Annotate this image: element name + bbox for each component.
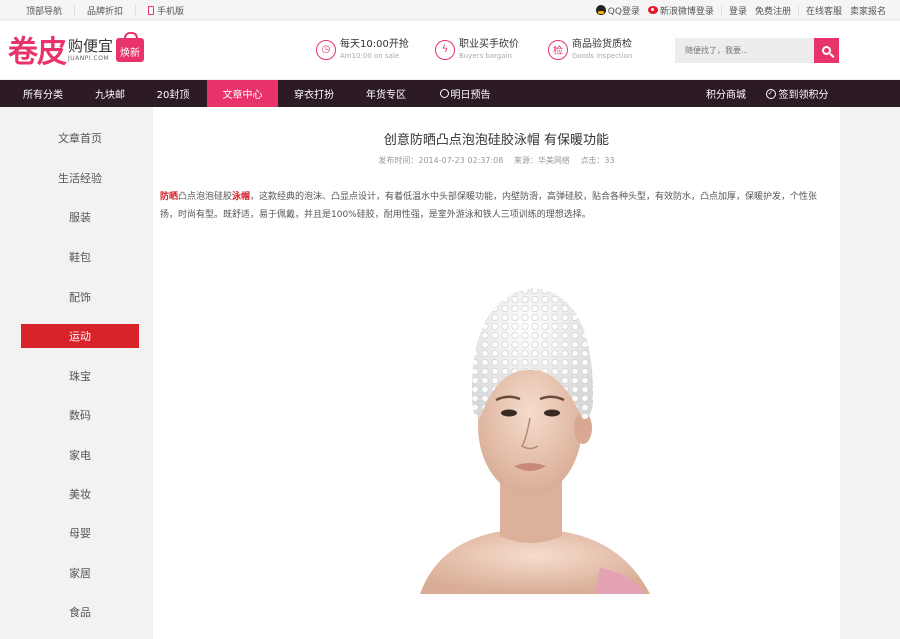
article-title: 创意防晒凸点泡泡硅胶泳帽 有保暖功能 — [383, 133, 610, 148]
sidebar-item-appliances[interactable]: 家电 — [21, 443, 139, 467]
search-icon — [822, 46, 831, 55]
nav-new-year[interactable]: 年货专区 — [356, 80, 416, 107]
register-link[interactable]: 免费注册 — [751, 4, 795, 17]
sidebar-item-home-living[interactable]: 家居 — [21, 561, 139, 585]
promo-inspection: 检 商品验货质检 Goods inspection — [548, 38, 632, 61]
search-bar — [675, 38, 839, 63]
mobile-link-label: 手机版 — [157, 6, 185, 17]
weibo-login-label: 新浪微博登录 — [659, 6, 714, 17]
sidebar-item-accessories[interactable]: 配饰 — [21, 285, 139, 309]
nav-outfit[interactable]: 穿衣打扮 — [286, 80, 342, 107]
promo-subtitle: Goods inspection — [572, 52, 633, 60]
check-circle-icon: ✓ — [765, 88, 776, 99]
nav-article-center[interactable]: 文章中心 — [207, 80, 278, 107]
nav-tomorrow-label: 明日预告 — [450, 90, 491, 101]
promo-bargain: ϟ 职业买手砍价 Buyers bargain — [435, 38, 519, 61]
body-text-part: 凸点泡泡硅胶 — [178, 192, 233, 202]
top-left-links: 顶部导航 品牌折扣 手机版 — [14, 0, 196, 20]
promo-title: 每天10:00开抢 — [340, 39, 409, 50]
promo-subtitle: Buyers bargain — [459, 52, 513, 60]
nav-sign-in-label: 签到领积分 — [778, 90, 829, 101]
mobile-link[interactable]: 手机版 — [136, 0, 196, 20]
divider — [720, 5, 722, 15]
nav-20-cap[interactable]: 20封顶 — [145, 80, 201, 107]
weibo-login-link[interactable]: 新浪微博登录 — [644, 4, 718, 17]
promo-subtitle: Am10:00 on sale — [340, 52, 400, 60]
logo[interactable]: 卷皮 购便宜 JUANPI.COM 焕新 — [8, 29, 145, 70]
login-link[interactable]: 登录 — [725, 4, 751, 17]
sidebar-item-home[interactable]: 文章首页 — [21, 126, 139, 150]
sidebar-item-baby[interactable]: 母婴 — [21, 521, 139, 545]
main-nav: 所有分类 九块邮 20封顶 文章中心 穿衣打扮 年货专区 明日预告 积分商城 ✓… — [0, 80, 900, 107]
top-right-links: QQ登录 新浪微博登录 登录 免费注册 在线客服 卖家报名 — [592, 0, 890, 20]
article-panel: 创意防晒凸点泡泡硅胶泳帽 有保暖功能 发布时间：2014-07-23 02:37… — [153, 107, 840, 639]
qq-icon — [595, 5, 606, 15]
swim-cap-model-illustration — [420, 288, 650, 594]
promo-title: 职业买手砍价 — [459, 39, 519, 50]
qq-login-label: QQ登录 — [607, 6, 640, 17]
body-text-part: ，这款经典的泡沫、凸显点设计，有着低温水中头部保暖功能，内壁防滑，高弹硅胶，贴合… — [160, 192, 818, 220]
product-photo — [400, 268, 660, 594]
inspect-icon: 检 — [548, 39, 568, 60]
publish-time: 发布时间：2014-07-23 02:37:08 — [378, 156, 504, 165]
sidebar-item-clothing[interactable]: 服装 — [21, 205, 139, 229]
nav-sign-in[interactable]: ✓ 签到领积分 — [762, 80, 832, 107]
header: 卷皮 购便宜 JUANPI.COM 焕新 ◷ 每天10:00开抢 Am10:00 … — [0, 21, 900, 79]
search-input[interactable] — [675, 38, 814, 63]
logo-main-text: 卷皮 — [8, 35, 67, 70]
sidebar-item-beauty[interactable]: 美妆 — [21, 482, 139, 506]
brand-discount-link[interactable]: 品牌折扣 — [75, 0, 135, 20]
top-utility-bar: 顶部导航 品牌折扣 手机版 QQ登录 新浪微博登录 登录 免费注册 在线客服 卖… — [0, 0, 900, 20]
promo-title: 商品验货质检 — [572, 39, 632, 50]
logo-sub-en: JUANPI.COM — [68, 54, 110, 62]
sidebar-item-food[interactable]: 食品 — [21, 600, 139, 624]
article-body: 防晒凸点泡泡硅胶泳帽，这款经典的泡沫、凸显点设计，有着低温水中头部保暖功能，内壁… — [160, 188, 820, 224]
lightning-icon: ϟ — [435, 39, 455, 60]
alarm-icon — [439, 89, 449, 98]
weibo-icon — [647, 6, 658, 14]
sidebar: 文章首页 生活经验 服装 鞋包 配饰 运动 珠宝 数码 家电 美妆 母婴 家居 … — [0, 107, 153, 639]
promo-daily-sale: ◷ 每天10:00开抢 Am10:00 on sale — [316, 38, 409, 61]
article-source: 来源：华美网络 — [513, 156, 570, 165]
nav-points-mall[interactable]: 积分商城 — [698, 80, 754, 107]
clock-icon: ◷ — [316, 39, 336, 60]
sidebar-item-jewelry[interactable]: 珠宝 — [21, 364, 139, 388]
keyword-link[interactable]: 防晒 — [160, 192, 178, 202]
sidebar-item-shoes-bags[interactable]: 鞋包 — [21, 245, 139, 269]
keyword-link[interactable]: 泳帽 — [232, 192, 250, 202]
article-meta: 发布时间：2014-07-23 02:37:08 来源：华美网络 点击：33 — [153, 155, 840, 166]
logo-bag-badge: 焕新 — [116, 32, 145, 62]
phone-icon — [148, 5, 155, 15]
top-nav-link[interactable]: 顶部导航 — [14, 0, 74, 20]
nav-tomorrow-preview[interactable]: 明日预告 — [430, 80, 500, 107]
seller-signup-link[interactable]: 卖家报名 — [846, 4, 890, 17]
search-button[interactable] — [814, 38, 839, 63]
click-count: 点击：33 — [580, 156, 615, 165]
qq-login-link[interactable]: QQ登录 — [592, 4, 644, 17]
divider — [797, 5, 799, 15]
right-margin — [840, 107, 900, 639]
support-link[interactable]: 在线客服 — [802, 4, 846, 17]
nav-nine-yuan[interactable]: 九块邮 — [82, 80, 138, 107]
sidebar-item-life[interactable]: 生活经验 — [21, 166, 139, 190]
logo-sub: 购便宜 JUANPI.COM — [68, 37, 113, 62]
sidebar-item-digital[interactable]: 数码 — [21, 403, 139, 427]
logo-sub-cn: 购便宜 — [68, 36, 114, 55]
nav-all-categories[interactable]: 所有分类 — [13, 80, 73, 107]
sidebar-item-sports[interactable]: 运动 — [21, 324, 139, 348]
